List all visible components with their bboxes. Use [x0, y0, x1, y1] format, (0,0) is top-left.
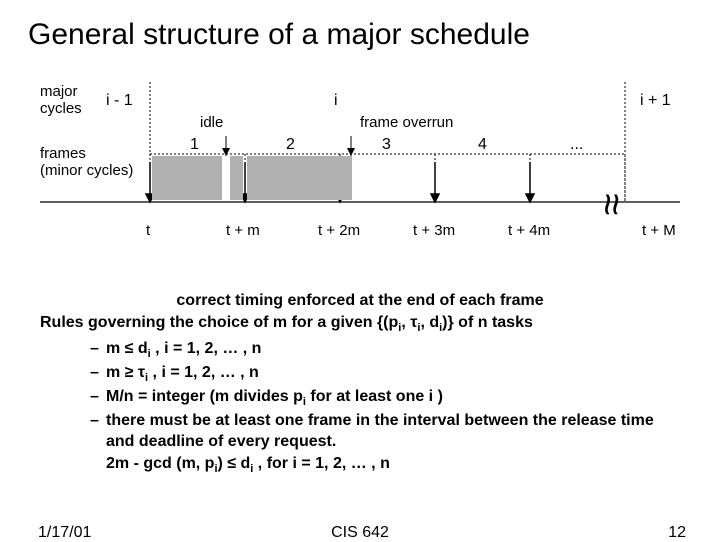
tick-t-M: t + M	[642, 222, 676, 239]
b3a: M/n = integer (m divides p	[106, 388, 303, 405]
frame-num-ellipsis: ...	[570, 136, 583, 154]
cycle-prev-label: i - 1	[106, 92, 133, 110]
b3b: for at least one i )	[306, 388, 443, 405]
center-statement: correct timing enforced at the end of ea…	[40, 290, 680, 312]
tick-t-4m: t + 4m	[508, 222, 550, 239]
b1b: , i = 1, 2, … , n	[151, 340, 262, 357]
cycle-next-label: i + 1	[640, 92, 671, 110]
body-text: correct timing enforced at the end of ea…	[40, 290, 680, 477]
tick-t-3m: t + 3m	[413, 222, 455, 239]
b4a: there must be at least one frame in the …	[106, 412, 654, 451]
bullet-3: M/n = integer (m divides pi for at least…	[90, 386, 680, 410]
frame-num-2: 2	[286, 136, 295, 154]
b2b: , i = 1, 2, … , n	[148, 364, 259, 381]
rules-intro-d: )} of n tasks	[442, 314, 533, 331]
bullet-1: m ≤ di , i = 1, 2, … , n	[90, 338, 680, 362]
footer-page: 12	[668, 524, 686, 542]
approx-symbol: ≈	[588, 194, 633, 216]
rules-intro-a: Rules governing the choice of m for a gi…	[40, 314, 398, 331]
frame-num-1: 1	[190, 136, 199, 154]
tick-t-m: t + m	[226, 222, 260, 239]
b2a: m ≥ τ	[106, 364, 145, 381]
b1a: m ≤ d	[106, 340, 148, 357]
rules-intro-b: , τ	[401, 314, 417, 331]
b4d: , for i = 1, 2, … , n	[253, 455, 389, 472]
bullet-2: m ≥ τi , i = 1, 2, … , n	[90, 362, 680, 386]
frame-num-4: 4	[478, 136, 487, 154]
b4c: ) ≤ d	[218, 455, 251, 472]
major-cycles-label: majorcycles	[40, 84, 100, 117]
bullet-4: there must be at least one frame in the …	[90, 410, 680, 477]
rules-intro-c: , d	[420, 314, 439, 331]
frames-label: frames(minor cycles)	[40, 146, 133, 179]
overrun-label: frame overrun	[360, 114, 453, 131]
tick-t: t	[146, 222, 150, 239]
rules-intro: Rules governing the choice of m for a gi…	[40, 312, 680, 336]
slide-title: General structure of a major schedule	[0, 0, 720, 52]
footer-course: CIS 642	[0, 524, 720, 542]
b4b: 2m - gcd (m, p	[106, 455, 214, 472]
cycle-curr-label: i	[334, 92, 338, 110]
idle-label: idle	[200, 114, 223, 131]
schedule-diagram: majorcycles i - 1 i i + 1 idle frame ove…	[40, 82, 680, 252]
frame-num-3: 3	[382, 136, 391, 154]
tick-t-2m: t + 2m	[318, 222, 360, 239]
